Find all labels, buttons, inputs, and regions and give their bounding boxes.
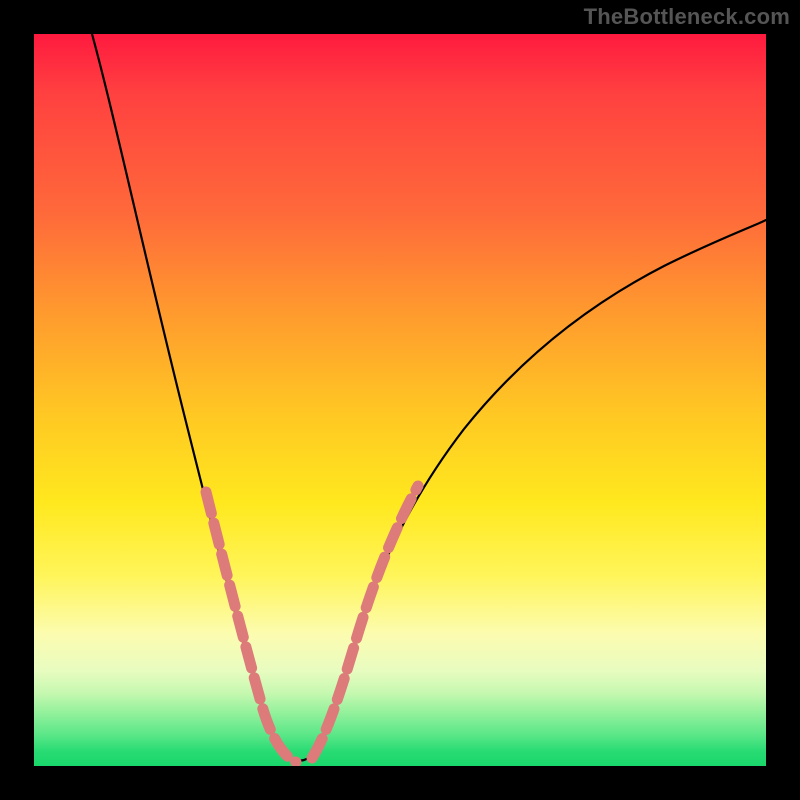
curve-main	[92, 34, 766, 761]
dash-left	[206, 492, 296, 762]
watermark-text: TheBottleneck.com	[584, 4, 790, 30]
plot-area	[34, 34, 766, 766]
chart-frame: TheBottleneck.com	[0, 0, 800, 800]
curve-svg	[34, 34, 766, 766]
dash-right	[312, 486, 418, 758]
